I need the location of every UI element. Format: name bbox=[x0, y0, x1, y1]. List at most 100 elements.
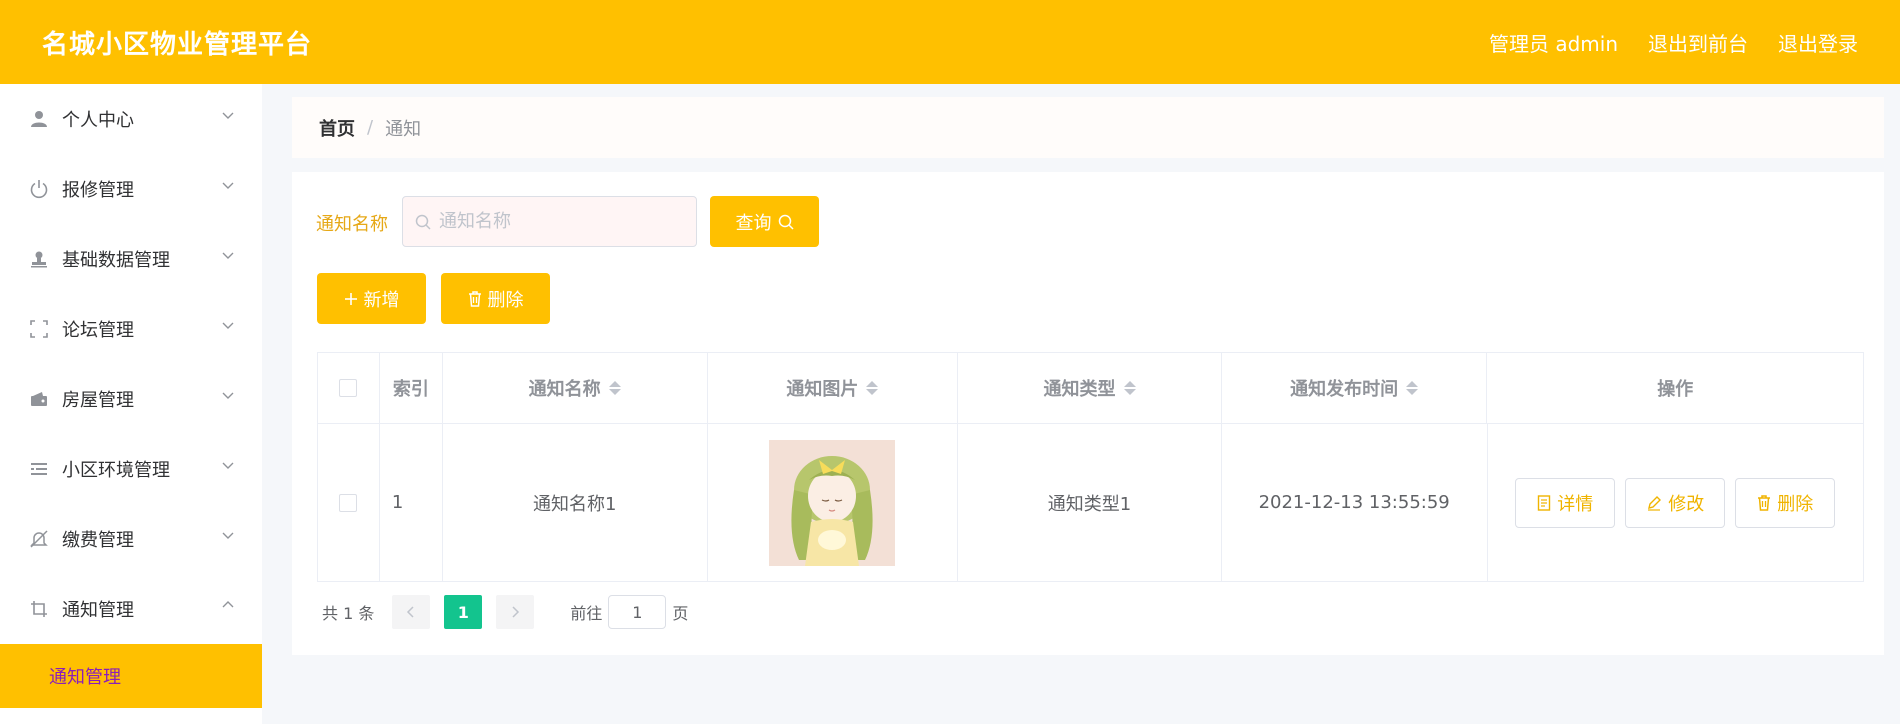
select-all-checkbox[interactable] bbox=[339, 379, 358, 397]
user-icon bbox=[28, 108, 50, 130]
edit-button[interactable]: 修改 bbox=[1625, 477, 1726, 528]
breadcrumb-current: 通知 bbox=[385, 118, 422, 140]
header-index-label: 索引 bbox=[392, 379, 429, 400]
sidebar-item-label: 缴费管理 bbox=[62, 530, 134, 551]
sidebar-item-label: 个人中心 bbox=[62, 110, 134, 131]
chevron-down-icon bbox=[222, 112, 234, 119]
sidebar-item-personal-center[interactable]: 个人中心 bbox=[0, 84, 262, 154]
sort-icon[interactable] bbox=[608, 381, 621, 395]
row-delete-button[interactable]: 删除 bbox=[1735, 477, 1836, 528]
notice-thumbnail-image[interactable] bbox=[769, 439, 896, 566]
sidebar-item-environment[interactable]: 小区环境管理 bbox=[0, 434, 262, 504]
query-button-label: 查询 bbox=[735, 212, 772, 234]
sidebar-item-notice[interactable]: 通知管理 bbox=[0, 574, 262, 644]
sidebar-item-label: 房屋管理 bbox=[62, 390, 134, 411]
page-number-active[interactable]: 1 bbox=[444, 595, 483, 629]
document-icon bbox=[1538, 494, 1551, 511]
header-image[interactable]: 通知图片 bbox=[708, 353, 959, 423]
header-time-label: 通知发布时间 bbox=[1290, 379, 1399, 400]
header-ops: 操作 bbox=[1487, 353, 1863, 423]
sidebar-item-repair[interactable]: 报修管理 bbox=[0, 154, 262, 224]
header-name-label: 通知名称 bbox=[528, 379, 601, 400]
breadcrumb-home[interactable]: 首页 bbox=[319, 115, 355, 141]
detail-button[interactable]: 详情 bbox=[1515, 477, 1616, 528]
main-card: 通知名称 查询 新增 删除 索引 通知名称 通知图片 通知类型 通知发布时间 操… bbox=[292, 172, 1884, 655]
stamp-icon bbox=[28, 248, 50, 270]
sidebar-item-label: 论坛管理 bbox=[62, 320, 134, 341]
sidebar-item-basic-data[interactable]: 基础数据管理 bbox=[0, 224, 262, 294]
sort-icon[interactable] bbox=[1406, 381, 1419, 395]
breadcrumb: 首页 / 通知 bbox=[292, 97, 1884, 158]
detail-button-label: 详情 bbox=[1557, 493, 1594, 515]
pagination: 共 1 条 1 前往 页 bbox=[322, 595, 688, 629]
plus-icon bbox=[344, 292, 357, 305]
list-icon bbox=[28, 458, 50, 480]
total-count: 共 1 条 bbox=[322, 604, 375, 623]
header-name[interactable]: 通知名称 bbox=[443, 353, 708, 423]
chevron-down-icon bbox=[222, 322, 234, 329]
search-input[interactable] bbox=[439, 211, 679, 232]
edit-pencil-icon bbox=[1648, 495, 1662, 511]
row-delete-button-label: 删除 bbox=[1777, 493, 1814, 515]
sidebar-item-payment[interactable]: 缴费管理 bbox=[0, 504, 262, 574]
app-title: 名城小区物业管理平台 bbox=[42, 29, 313, 60]
add-button[interactable]: 新增 bbox=[317, 273, 426, 324]
sidebar-item-label: 报修管理 bbox=[62, 180, 134, 201]
edit-button-label: 修改 bbox=[1668, 493, 1705, 515]
chevron-left-icon bbox=[407, 606, 414, 618]
row-index: 1 bbox=[380, 424, 443, 581]
query-button[interactable]: 查询 bbox=[710, 196, 819, 247]
wallet-icon bbox=[28, 388, 50, 410]
sidebar-subitem-label: 通知管理 bbox=[49, 667, 121, 688]
goto-page-input[interactable] bbox=[608, 595, 667, 629]
add-button-label: 新增 bbox=[363, 289, 400, 311]
power-icon bbox=[28, 178, 50, 200]
chevron-down-icon bbox=[222, 532, 234, 539]
header-links: 管理员 admin 退出到前台 退出登录 bbox=[1489, 28, 1858, 57]
breadcrumb-separator: / bbox=[367, 117, 374, 138]
row-checkbox-cell bbox=[318, 424, 380, 581]
prev-page-button[interactable] bbox=[392, 595, 431, 629]
sidebar-item-label: 基础数据管理 bbox=[62, 250, 170, 271]
top-header: 名城小区物业管理平台 管理员 admin 退出到前台 退出登录 bbox=[0, 0, 1900, 84]
delete-button[interactable]: 删除 bbox=[441, 273, 550, 324]
exit-to-front-link[interactable]: 退出到前台 bbox=[1648, 28, 1748, 57]
row-time: 2021-12-13 13:55:59 bbox=[1222, 424, 1488, 581]
header-time[interactable]: 通知发布时间 bbox=[1222, 353, 1488, 423]
crop-icon bbox=[28, 598, 50, 620]
next-page-button[interactable] bbox=[496, 595, 535, 629]
notice-table: 索引 通知名称 通知图片 通知类型 通知发布时间 操作 1 通知名称1 通知类型… bbox=[317, 352, 1864, 582]
trash-icon bbox=[1758, 494, 1771, 511]
logout-link[interactable]: 退出登录 bbox=[1778, 28, 1858, 57]
trash-icon bbox=[468, 290, 481, 307]
chevron-up-icon bbox=[222, 601, 234, 608]
row-checkbox[interactable] bbox=[339, 493, 358, 512]
row-name: 通知名称1 bbox=[443, 424, 708, 581]
table-row: 1 通知名称1 通知类型1 2021-12-13 13:55:59 详情 修改 … bbox=[318, 424, 1863, 581]
search-icon bbox=[415, 214, 431, 230]
sidebar-subitem-notice-management[interactable]: 通知管理 bbox=[0, 644, 262, 708]
anime-girl-illustration bbox=[769, 439, 896, 566]
search-input-wrapper bbox=[402, 196, 697, 247]
header-index: 索引 bbox=[380, 353, 443, 423]
admin-label[interactable]: 管理员 admin bbox=[1489, 28, 1618, 57]
chevron-down-icon bbox=[222, 392, 234, 399]
header-checkbox-cell bbox=[318, 353, 380, 423]
row-type: 通知类型1 bbox=[958, 424, 1222, 581]
sort-icon[interactable] bbox=[866, 381, 879, 395]
header-type-label: 通知类型 bbox=[1043, 379, 1116, 400]
sidebar-item-label: 小区环境管理 bbox=[62, 460, 170, 481]
header-type[interactable]: 通知类型 bbox=[958, 353, 1222, 423]
search-icon bbox=[778, 214, 794, 230]
bell-off-icon bbox=[28, 528, 50, 550]
sort-icon[interactable] bbox=[1123, 381, 1136, 395]
search-label: 通知名称 bbox=[316, 214, 388, 235]
sidebar-item-housing[interactable]: 房屋管理 bbox=[0, 364, 262, 434]
table-header-row: 索引 通知名称 通知图片 通知类型 通知发布时间 操作 bbox=[318, 353, 1863, 424]
delete-button-label: 删除 bbox=[487, 289, 524, 311]
sidebar-item-label: 通知管理 bbox=[62, 600, 134, 621]
chevron-right-icon bbox=[512, 606, 520, 618]
sidebar-item-forum[interactable]: 论坛管理 bbox=[0, 294, 262, 364]
header-image-label: 通知图片 bbox=[786, 379, 859, 400]
chevron-down-icon bbox=[222, 462, 234, 469]
